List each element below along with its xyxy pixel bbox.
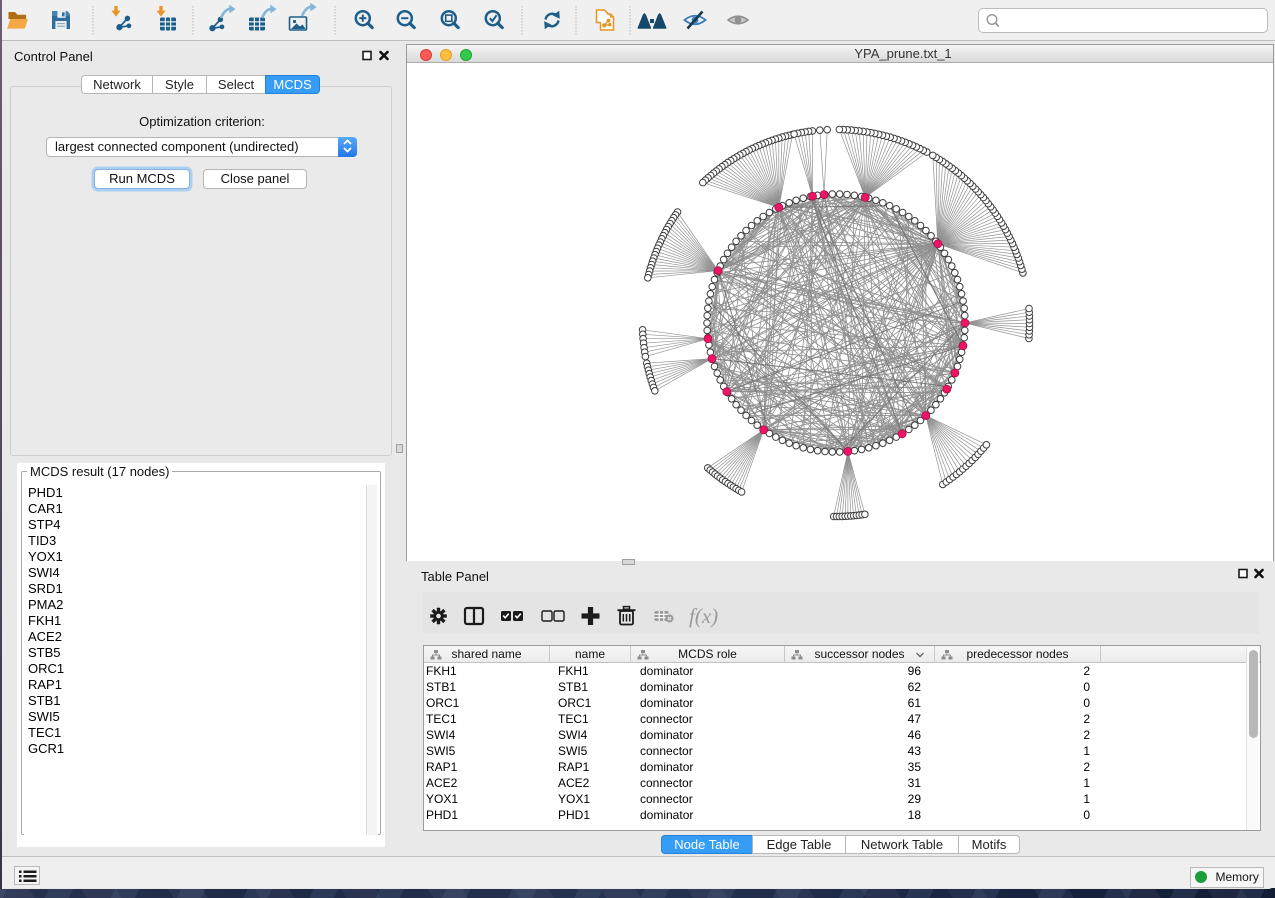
svg-text:f(x): f(x) — [689, 604, 718, 628]
